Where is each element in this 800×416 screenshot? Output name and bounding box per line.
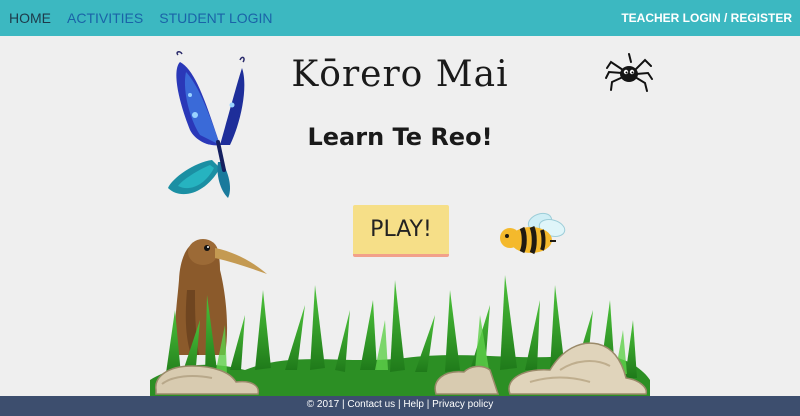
footer-copyright: © 2017 (306, 399, 340, 410)
teacher-login-register-link[interactable]: TEACHER LOGIN / REGISTER (621, 11, 792, 25)
footer: © 2017 | Contact us | Help | Privacy pol… (0, 396, 800, 416)
butterfly-icon (168, 51, 245, 198)
nav-home-link[interactable]: HOME (9, 10, 51, 26)
footer-separator: | (341, 399, 345, 410)
top-navbar: HOME ACTIVITIES STUDENT LOGIN TEACHER LO… (0, 0, 800, 36)
play-button[interactable]: PLAY! (353, 205, 449, 257)
nav-right: TEACHER LOGIN / REGISTER (621, 0, 792, 36)
footer-help-link[interactable]: Help (403, 399, 424, 410)
nav-activities-link[interactable]: ACTIVITIES (67, 10, 143, 26)
bee-icon (500, 212, 566, 255)
footer-contact-link[interactable]: Contact us (347, 399, 395, 410)
page-title: Kōrero Mai (291, 54, 509, 95)
rock-icon (434, 342, 648, 395)
page-subtitle: Learn Te Reo! (307, 123, 493, 151)
footer-privacy-link[interactable]: Privacy policy (432, 399, 493, 410)
rock-icon (155, 365, 260, 395)
nav-links: HOME ACTIVITIES STUDENT LOGIN (9, 0, 273, 36)
footer-separator: | (397, 399, 401, 410)
nav-student-login-link[interactable]: STUDENT LOGIN (159, 10, 272, 26)
footer-separator: | (426, 399, 430, 410)
spider-icon (605, 53, 653, 92)
